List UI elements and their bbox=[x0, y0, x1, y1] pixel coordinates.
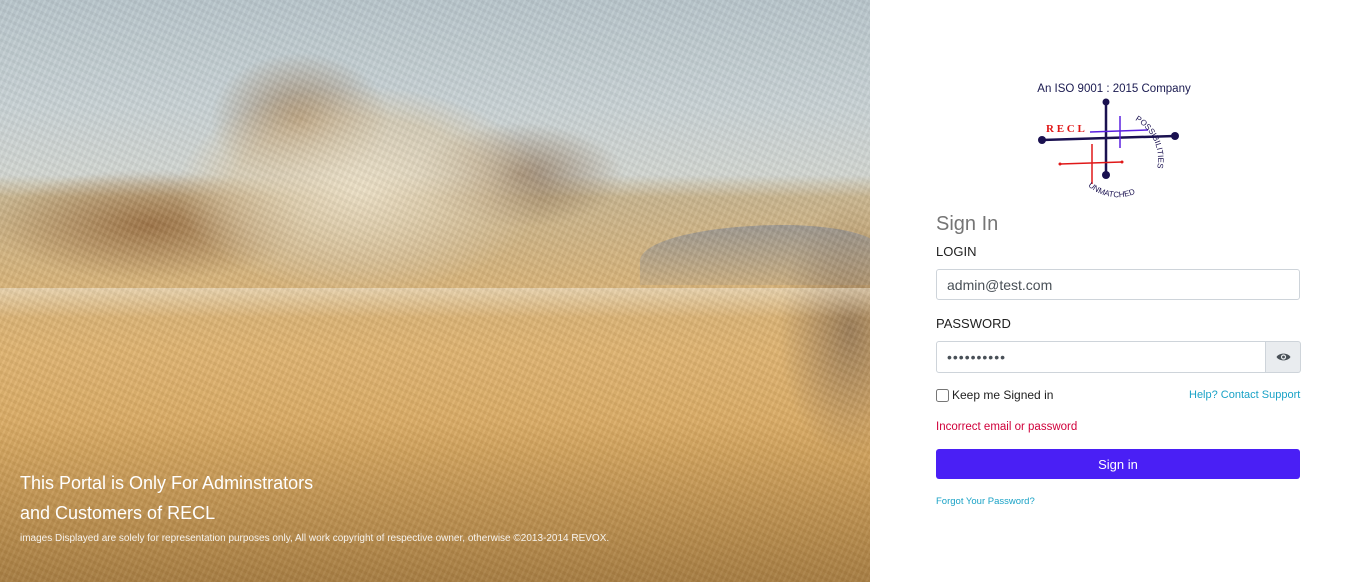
keep-signed-in-checkbox[interactable] bbox=[936, 388, 949, 402]
hero-disclaimer: images Displayed are solely for represen… bbox=[20, 533, 610, 544]
keep-signed-in-label: Keep me Signed in bbox=[952, 388, 1054, 402]
logo-mark-icon: R E C L POSSIBILITIES UNMATCHED bbox=[1038, 98, 1179, 199]
login-label: LOGIN bbox=[936, 244, 977, 259]
recl-logo: An ISO 9001 : 2015 Company R E C L POSSI… bbox=[1030, 80, 1200, 205]
error-message: Incorrect email or password bbox=[936, 421, 1078, 433]
svg-text:UNMATCHED: UNMATCHED bbox=[1087, 180, 1137, 199]
contact-support-link[interactable]: Help? Contact Support bbox=[1189, 389, 1300, 401]
logo-brand: R E C L bbox=[1046, 123, 1085, 135]
password-field[interactable] bbox=[936, 341, 1266, 373]
keep-signed-in[interactable]: Keep me Signed in bbox=[936, 388, 1053, 402]
svg-text:POSSIBILITIES: POSSIBILITIES bbox=[1134, 114, 1165, 169]
hero-panel: This Portal is Only For Adminstrators an… bbox=[0, 0, 870, 582]
hero-title-line2: and Customers of RECL bbox=[20, 503, 216, 523]
password-toggle-button[interactable] bbox=[1266, 341, 1301, 373]
eye-icon bbox=[1276, 353, 1290, 361]
forgot-password-link[interactable]: Forgot Your Password? bbox=[936, 496, 1035, 507]
logo-tagline-left: UNMATCHED bbox=[1087, 180, 1137, 199]
password-label: PASSWORD bbox=[936, 316, 1011, 331]
hero-title: This Portal is Only For Adminstrators an… bbox=[20, 468, 540, 528]
logo-tagline-right: POSSIBILITIES bbox=[1134, 114, 1165, 169]
form-title: Sign In bbox=[936, 213, 999, 235]
sign-in-button[interactable]: Sign in bbox=[936, 449, 1300, 479]
hero-title-line1: This Portal is Only For Adminstrators bbox=[20, 473, 314, 493]
email-field[interactable] bbox=[936, 269, 1300, 300]
